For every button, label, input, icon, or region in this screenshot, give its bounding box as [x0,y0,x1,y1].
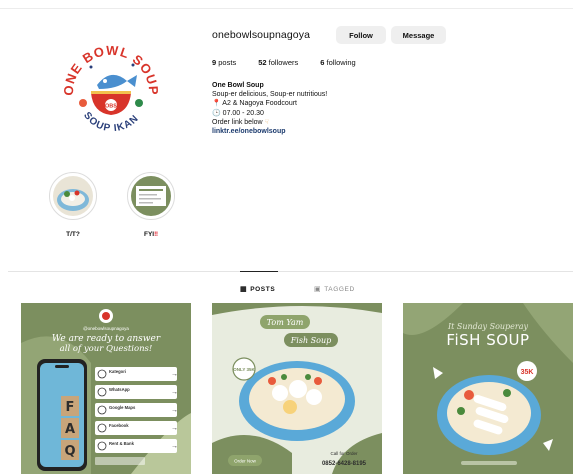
bio-hours: 07.00 - 20.30 [222,109,264,117]
clock-icon: 🕒 [212,109,221,117]
post1-heading2: all of your Questions! [60,344,153,354]
bio-location-line: 📍 A2 & Nagoya Foodcourt [212,99,327,108]
tab-posts-label: POSTS [250,285,276,293]
pointing-down-icon: ☟ [264,118,269,126]
highlight-image-food [53,176,93,216]
tabs-divider [8,271,573,272]
following-count: 6 [320,58,325,67]
posts-stat[interactable]: 9 posts [212,58,236,67]
followers-stat[interactable]: 52 followers [258,58,298,67]
post2-order: Order Now [234,459,257,464]
pin-icon: 📍 [212,100,221,108]
tag-icon: ▣ [314,286,322,293]
tab-posts[interactable]: ▦ POSTS [240,285,276,294]
bio-order: Order link below [212,118,263,126]
post3-price: 35K [521,369,534,376]
svg-text:→: → [171,389,178,396]
following-stat[interactable]: 6 following [320,58,355,67]
bio-link[interactable]: linktr.ee/onebowlsoup [212,127,327,136]
tab-tagged[interactable]: ▣ TAGGED [314,285,355,294]
post1-row-2: WhatsApp [109,387,130,392]
post1-row-3: Google Maps [109,405,136,410]
post1-row-1: Kategori [109,369,126,374]
post2-title1: Tom Yam [267,318,304,327]
profile-bio: One Bowl Soup Soup-er delicious, Soup-er… [212,81,327,136]
highlight-tt[interactable]: T/T? [46,172,100,238]
profile-stats: 9 posts 52 followers 6 following [212,58,378,67]
faq-letter-a: A [65,422,75,437]
bio-location: A2 & Nagoya Foodcourt [222,100,297,108]
highlight-label-wrap: FYI‼ [124,231,178,238]
post2-badge: ONLY 35K [233,367,255,372]
following-label: following [326,58,356,67]
highlight-label-suffix: ‼ [154,231,159,238]
post1-row-4: Facebook [109,423,129,428]
post1-heading1: We are ready to answer [52,334,161,344]
grid-icon: ▦ [240,286,248,293]
bio-order-line: Order link below ☟ [212,118,327,127]
followers-label: followers [268,58,299,67]
posts-count: 9 [212,58,217,67]
post2-call-label: Call for Order [330,451,358,456]
svg-text:→: → [171,371,178,378]
post2-title2: Fish Soup [290,336,331,345]
highlight-label: T/T? [66,231,80,238]
post1-handle: @onebowlsoupnagoya [83,326,129,331]
bio-hours-line: 🕒 07.00 - 20.30 [212,109,327,118]
active-tab-indicator [240,271,278,272]
post2-phone: 0852-6428-8195 [322,461,367,467]
post3-title: FiSH SOUP [446,331,529,349]
tab-tagged-label: TAGGED [324,285,355,293]
highlight-ring [127,172,175,220]
svg-text:→: → [171,407,178,414]
logo-badge: OBS [105,104,117,110]
post1-row-5: Rent & Bank [109,441,135,446]
bio-tagline: Soup-er delicious, Soup-er nutritious! [212,91,328,99]
followers-count: 52 [258,58,267,67]
faq-letter-f: F [66,400,75,415]
profile-username: onebowlsoupnagoya [212,29,311,41]
message-button[interactable]: Message [391,26,446,44]
profile-avatar[interactable]: ONE BOWL SOUP SOUP IKAN OBS [55,33,167,145]
posts-label: posts [218,58,237,67]
top-divider [0,8,573,9]
bio-name: One Bowl Soup [212,82,264,89]
logo-image: ONE BOWL SOUP SOUP IKAN OBS [57,35,165,143]
post-faq[interactable]: @onebowlsoupnagoya We are ready to answe… [21,303,191,474]
highlight-fyi[interactable]: FYI‼ [124,172,178,238]
post-tom-yam[interactable]: Tom Yam Fish Soup ONLY 35K Order Now Cal… [212,303,382,474]
highlight-ring [49,172,97,220]
faq-letter-q: Q [64,444,75,459]
follow-button[interactable]: Follow [336,26,386,44]
svg-text:→: → [171,443,178,450]
highlight-label: FYI [143,231,155,238]
post-fish-soup[interactable]: It Sunday Souperay FiSH SOUP 35K [403,303,573,474]
post3-script: It Sunday Souperay [447,322,529,331]
svg-text:→: → [171,425,178,432]
highlight-image-info [131,176,171,216]
